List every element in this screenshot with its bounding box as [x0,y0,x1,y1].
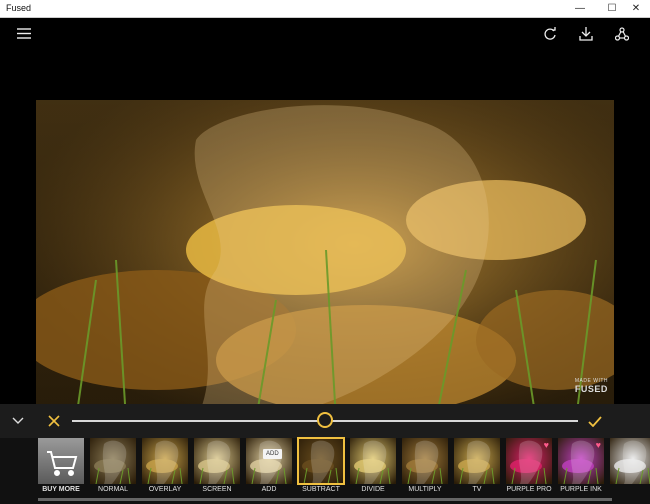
maximize-icon: ☐ [607,3,617,14]
blend-mode-preview [610,438,650,484]
blend-mode-thumbnail[interactable] [610,438,650,498]
preview-image [146,440,183,484]
preview-image [458,440,495,484]
minimize-button[interactable]: — [566,0,594,17]
strip-scrollbar[interactable] [38,498,612,501]
blend-mode-label: PURPLE PRO [506,486,552,493]
share-icon[interactable] [610,24,634,44]
blend-mode-label: ADD [261,486,277,493]
blend-mode-label: SCREEN [202,486,232,493]
blend-mode-preview [297,437,345,485]
close-icon: ✕ [631,3,641,14]
blend-mode-label: PURPLE INK [560,486,602,493]
blend-mode-thumbnail[interactable]: BUY MORE [38,438,84,498]
heart-icon: ♥ [595,440,601,450]
window-titlebar: Fused — ☐ ✕ [0,0,650,18]
blend-mode-preview [38,438,84,484]
blend-mode-label: TV [472,486,482,493]
heart-icon: ♥ [543,440,549,450]
blend-mode-label: BUY MORE [42,486,80,493]
image-canvas[interactable]: MADE WITH FUSED [0,18,650,404]
preview-image [406,440,443,484]
preview-image [354,440,391,484]
blend-control-bar [0,404,650,438]
blend-mode-preview [90,438,136,484]
blend-mode-strip: BUY MORE NORMAL OVERLAY SCREEN ADD ADD SUBTRAC… [0,437,650,504]
blend-mode-preview [194,438,240,484]
checkmark-icon[interactable] [584,412,606,430]
watermark-line2: FUSED [574,384,608,394]
blend-mode-thumbnail[interactable]: MULTIPLY [402,438,448,498]
blend-mode-preview: ADD [246,438,292,484]
blend-mode-label: DIVIDE [361,486,385,493]
preview-image [250,440,287,484]
minimize-icon: — [575,3,585,14]
opacity-slider-thumb[interactable] [317,412,333,428]
blend-mode-preview [454,438,500,484]
preview-image [94,440,131,484]
made-with-fused-watermark: MADE WITH FUSED [575,378,608,404]
preview-image [614,440,650,484]
blend-mode-thumbnail[interactable]: ADD ADD [246,438,292,498]
refresh-icon[interactable] [538,24,562,44]
blend-mode-preview: ♥ [506,438,552,484]
download-icon[interactable] [574,24,598,44]
blend-mode-label: MULTIPLY [408,486,442,493]
fused-photo [36,100,614,404]
blend-mode-thumbnail[interactable]: OVERLAY [142,438,188,498]
blend-mode-preview: ♥ [558,438,604,484]
add-badge: ADD [263,449,282,459]
hamburger-menu-icon[interactable] [12,24,36,42]
blend-mode-thumbnail[interactable]: ♥ PURPLE INK [558,438,604,498]
blend-mode-label: SUBTRACT [302,486,340,493]
blend-mode-preview [142,438,188,484]
close-button[interactable]: ✕ [622,0,650,17]
chevron-down-icon[interactable] [8,412,28,430]
blend-mode-thumbnail[interactable]: DIVIDE [350,438,396,498]
blend-mode-label: OVERLAY [148,486,182,493]
cancel-close-icon[interactable] [44,412,64,430]
shopping-cart-icon [47,451,78,476]
blend-mode-thumbnail[interactable]: NORMAL [90,438,136,498]
window-title: Fused [6,3,32,13]
top-toolbar [0,18,650,50]
blend-mode-thumbnail[interactable]: ♥ PURPLE PRO [506,438,552,498]
preview-image [302,440,339,484]
blend-mode-thumbnail[interactable]: TV [454,438,500,498]
blend-mode-preview [350,438,396,484]
blend-mode-thumbnail[interactable]: SCREEN [194,438,240,498]
blend-mode-label: NORMAL [98,486,128,493]
preview-image [198,440,235,484]
blend-mode-preview [402,438,448,484]
blend-mode-thumbnail[interactable]: SUBTRACT [297,437,345,498]
